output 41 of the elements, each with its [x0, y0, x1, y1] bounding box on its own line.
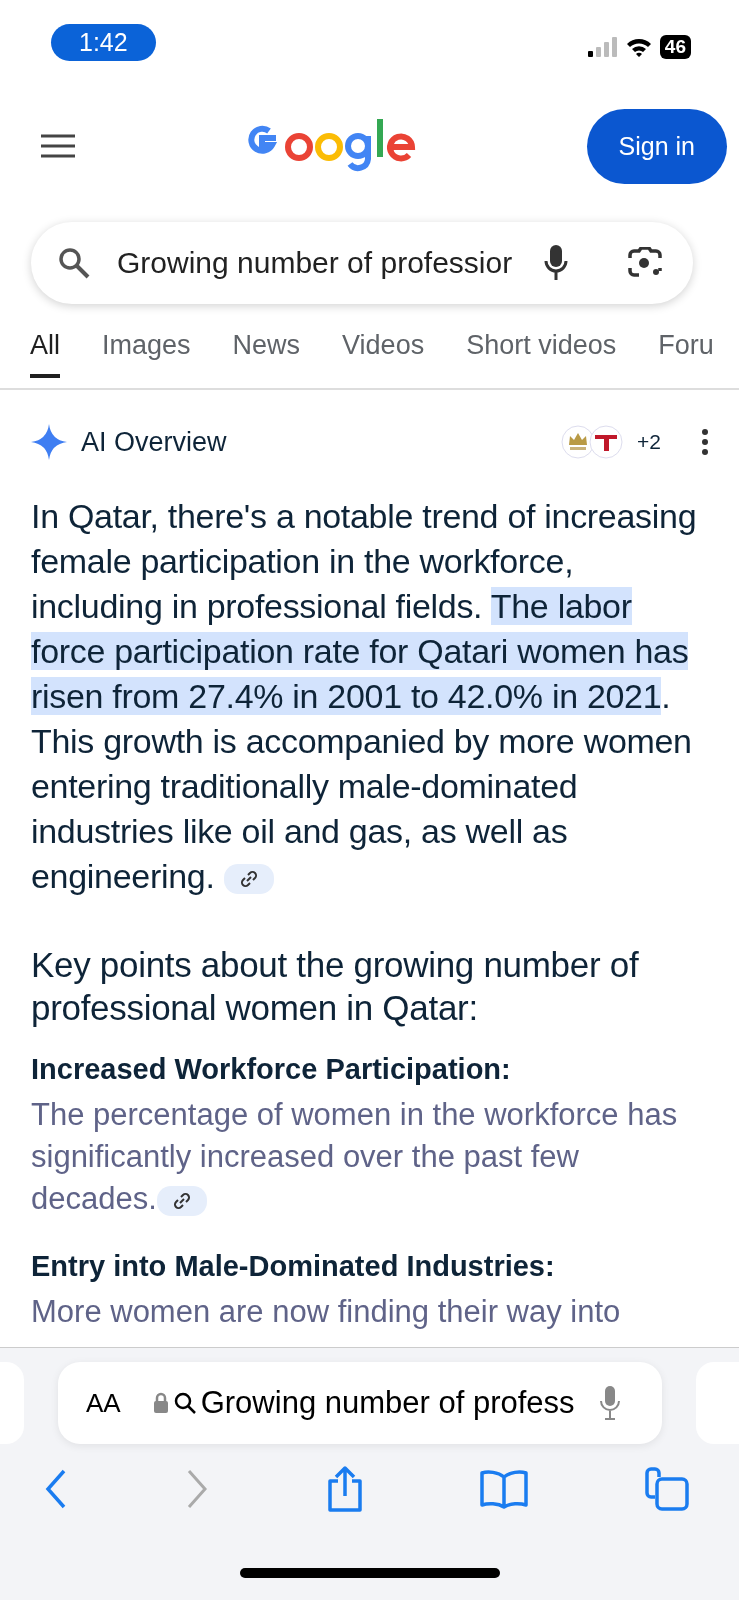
overview-paragraph: In Qatar, there's a notable trend of increasing female participation in the workforce, including in professional fields. The labor force participation rate for Qatari women has risen from 27.4% in 2001 to 42.0% in 2021. This growth is accompanied by more women entering traditionally male-dominated industries like oil and gas, as well as engineering.: [31, 496, 698, 897]
more-options-icon[interactable]: [701, 429, 709, 455]
source-link-button[interactable]: [156, 1185, 207, 1216]
book-icon[interactable]: [480, 1469, 529, 1509]
source-link-button[interactable]: [223, 864, 274, 894]
search-tab[interactable]: News: [232, 330, 301, 378]
link-icon: [239, 870, 258, 888]
lock-icon: [152, 1392, 169, 1414]
search-tab[interactable]: Foru: [658, 330, 714, 378]
menu-icon[interactable]: [40, 134, 76, 158]
status-time: 1:42: [51, 23, 156, 61]
microphone-icon[interactable]: [543, 244, 569, 282]
address-bar[interactable]: AA Growing number of profess: [58, 1362, 662, 1444]
section-heading: Key points about the growing number of professional women in Qatar:: [31, 944, 640, 1029]
ai-overview-title: AI Overview: [81, 426, 227, 458]
search-tab[interactable]: All: [30, 330, 60, 378]
sign-in-button[interactable]: Sign in: [586, 108, 727, 184]
search-field[interactable]: Growing number of professior: [31, 222, 693, 304]
battery-level: 46: [659, 35, 691, 59]
search-query: Growing number of professior: [117, 246, 514, 280]
tabs-icon[interactable]: [645, 1467, 689, 1511]
link-icon: [172, 1191, 191, 1210]
sparkle-icon: [31, 424, 67, 460]
search-tab[interactable]: Images: [102, 330, 191, 378]
wifi-icon: [625, 37, 652, 57]
signal-icon: [587, 37, 618, 57]
address-text: Growing number of profess: [200, 1385, 576, 1421]
point-text: The percentage of women in the workforce has significantly increased over the past few decades.: [31, 1096, 679, 1218]
search-tab[interactable]: Videos: [342, 330, 425, 378]
back-icon[interactable]: [44, 1469, 68, 1509]
search-tab[interactable]: Short videos: [466, 330, 617, 378]
source-count[interactable]: +2: [637, 430, 661, 454]
search-icon: [172, 1391, 197, 1415]
letter-logo-icon[interactable]: [589, 425, 624, 459]
share-icon[interactable]: [325, 1466, 364, 1512]
text-size-button[interactable]: AA: [86, 1387, 121, 1419]
search-icon: [57, 246, 91, 280]
point-title: Increased Workforce Participation:: [31, 1053, 512, 1086]
point-text: More women are now finding their way into: [31, 1293, 622, 1331]
point-title: Entry into Male-Dominated Industries:: [31, 1250, 556, 1283]
camera-icon[interactable]: [627, 247, 663, 279]
